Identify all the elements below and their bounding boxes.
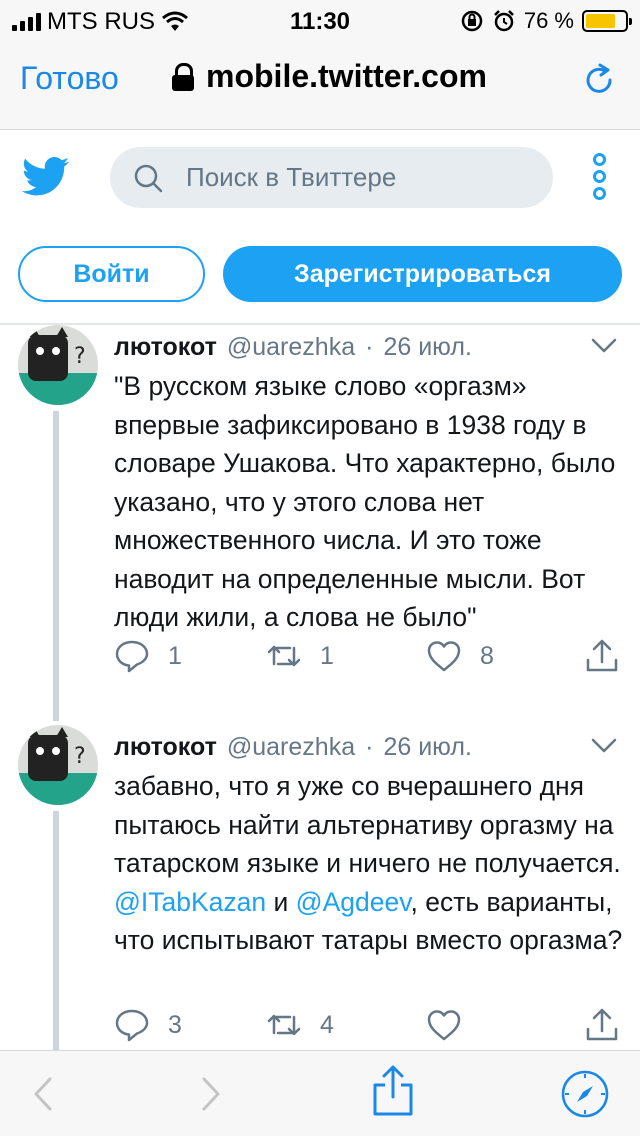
svg-text:?: ? [74,344,86,369]
reply-button[interactable]: 1 [114,638,182,674]
tweet-author-handle[interactable]: @uarezhka [227,333,355,362]
svg-text:?: ? [74,744,86,769]
status-bar: MTS RUS 11:30 76 % [0,0,640,40]
reply-button[interactable]: 3 [114,1007,182,1043]
share-icon[interactable] [370,1065,416,1117]
alarm-icon [493,10,514,32]
search-input[interactable]: Поиск в Твиттере [110,147,553,208]
chevron-down-icon[interactable] [590,737,618,755]
tweet[interactable]: ? лютокот @uarezhka · 26 июл. "В русском… [0,325,640,721]
retweet-icon [267,645,301,667]
back-icon[interactable] [22,1073,64,1115]
thread-line [53,411,59,721]
tweet-author-name[interactable]: лютокот [114,333,217,362]
tweet-text-part: забавно, что я уже со вчерашнего дня пыт… [114,771,621,878]
tweet-text: забавно, что я уже со вчерашнего дня пыт… [114,767,624,960]
twitter-bird-icon[interactable] [22,157,70,197]
tweet-actions: 1 1 8 [114,638,624,678]
heart-icon [427,641,461,672]
auth-bar: Войти Зарегистрироваться [0,246,640,304]
reply-count: 1 [168,641,182,670]
tweet-text: "В русском языке слово «оргазм» впервые … [114,371,616,632]
rotation-lock-icon [461,10,483,32]
done-button[interactable]: Готово [20,60,119,97]
retweet-count: 1 [320,641,334,670]
search-icon [134,164,163,192]
more-options-icon[interactable] [589,153,609,203]
retweet-icon [267,1014,301,1036]
battery-level [586,14,615,28]
reply-icon [115,1009,149,1042]
thread-line [53,811,59,1051]
reload-icon[interactable] [582,62,618,98]
tweet-header: лютокот @uarezhka · 26 июл. [114,333,472,362]
heart-icon [427,1010,461,1041]
mention-link[interactable]: @Agdeev [296,887,411,917]
reply-icon [115,640,149,673]
tweet-author-name[interactable]: лютокот [114,733,217,762]
forward-icon[interactable] [190,1073,232,1115]
tweet-actions: 3 4 [114,1007,624,1047]
avatar[interactable]: ? [18,725,98,805]
register-button[interactable]: Зарегистрироваться [223,246,622,302]
login-button[interactable]: Войти [18,246,205,302]
battery-percent: 76 % [523,8,574,33]
share-icon [586,639,618,672]
chevron-down-icon[interactable] [590,337,618,355]
like-button[interactable] [426,1007,480,1043]
share-icon [586,1008,618,1041]
reply-count: 3 [168,1010,182,1039]
tweet-author-handle[interactable]: @uarezhka [227,733,355,762]
share-button[interactable] [584,638,620,674]
tweet[interactable]: ? лютокот @uarezhka · 26 июл. забавно, ч… [0,725,640,1051]
url-field[interactable]: mobile.twitter.com [172,58,487,95]
tweet-text-part: и [266,886,296,917]
tweet-date[interactable]: 26 июл. [383,333,471,362]
retweet-button[interactable]: 4 [266,1007,334,1043]
compass-icon[interactable] [560,1069,610,1119]
twitter-header: Поиск в Твиттере [0,131,640,231]
like-count: 8 [480,641,494,670]
browser-address-bar: Готово mobile.twitter.com [0,40,640,130]
status-right: 76 % [460,8,632,34]
retweet-count: 4 [320,1010,334,1039]
like-button[interactable]: 8 [426,638,494,674]
share-button[interactable] [584,1007,620,1043]
search-placeholder: Поиск в Твиттере [186,162,397,192]
avatar[interactable]: ? [18,325,98,405]
url-text: mobile.twitter.com [206,58,487,94]
browser-toolbar [0,1050,640,1136]
mention-link[interactable]: @ITabKazan [114,887,266,917]
tweet-date[interactable]: 26 июл. [383,733,471,762]
lock-icon [172,62,194,91]
tweet-header: лютокот @uarezhka · 26 июл. [114,733,472,762]
separator-dot: · [365,733,374,761]
separator-dot: · [365,333,374,361]
retweet-button[interactable]: 1 [266,638,334,674]
battery-icon [582,10,632,32]
